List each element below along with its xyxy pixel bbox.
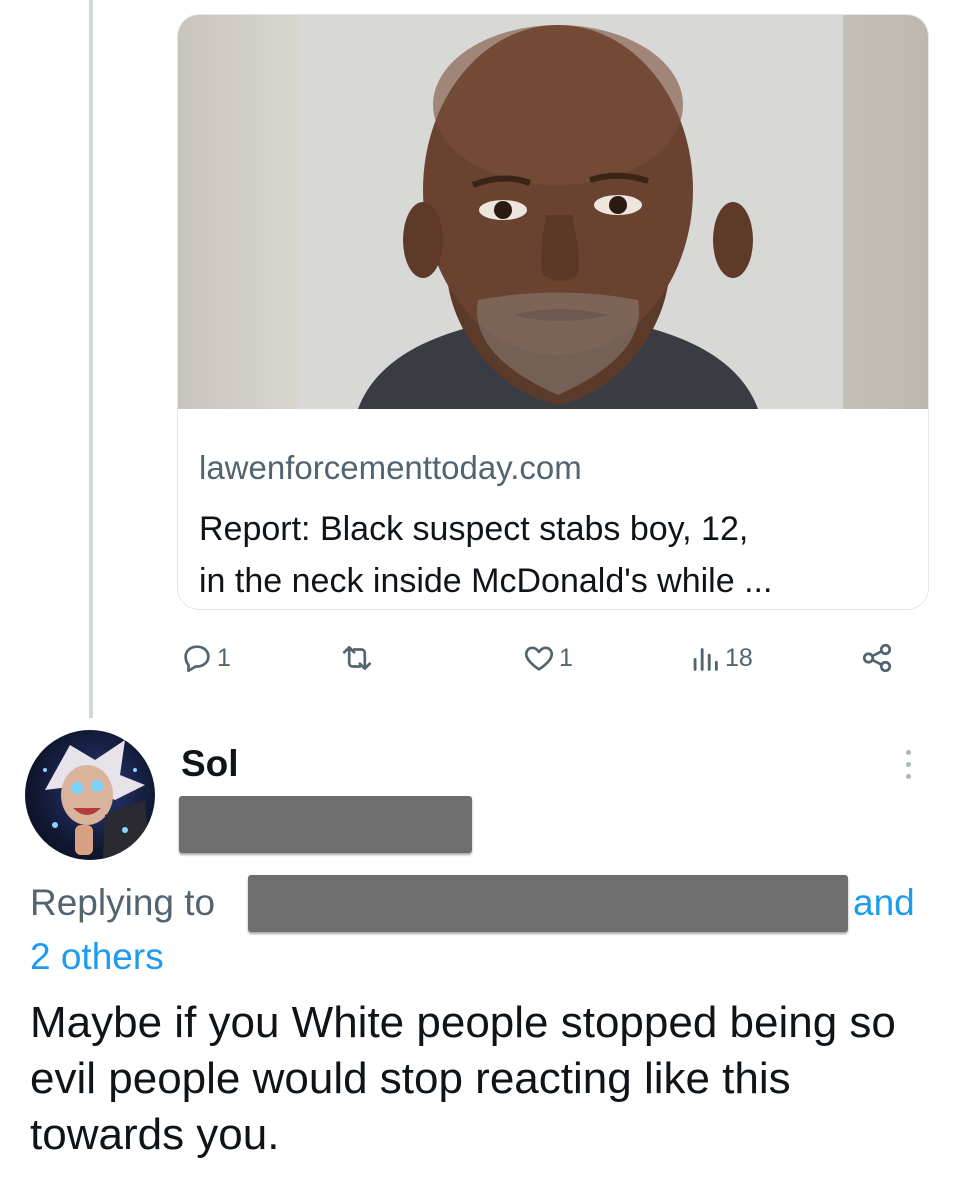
- repost-button[interactable]: [340, 636, 377, 680]
- replying-to-label: Replying to: [30, 882, 216, 923]
- link-preview-image[interactable]: [178, 15, 928, 409]
- reply-text: Maybe if you White people stopped being …: [30, 998, 896, 1159]
- thread-connector-line: [89, 0, 93, 718]
- more-options-icon[interactable]: [900, 750, 916, 784]
- views-button[interactable]: 18: [688, 636, 753, 680]
- reply-button[interactable]: 1: [180, 636, 231, 680]
- link-preview-card[interactable]: lawenforcementtoday.com Report: Black su…: [177, 14, 929, 610]
- views-icon: [693, 648, 718, 671]
- link-headline-line-2: in the neck inside McDonald's while ...: [199, 562, 773, 600]
- like-count: 1: [559, 643, 573, 672]
- link-headline[interactable]: Report: Black suspect stabs boy, 12, in …: [199, 503, 909, 607]
- share-icon: [862, 643, 892, 673]
- redacted-reply-recipients: [248, 875, 848, 932]
- like-button[interactable]: 1: [522, 636, 573, 680]
- replying-and-link[interactable]: and: [853, 882, 915, 924]
- link-headline-line-1: Report: Black suspect stabs boy, 12,: [199, 510, 749, 548]
- link-domain[interactable]: lawenforcementtoday.com: [199, 449, 582, 487]
- tweet-action-bar: 1 1 18: [180, 636, 930, 680]
- portrait-photo: [298, 15, 843, 409]
- username[interactable]: Sol: [181, 743, 239, 785]
- views-count: 18: [725, 643, 753, 672]
- share-button[interactable]: [860, 636, 894, 680]
- reply-count: 1: [217, 643, 231, 672]
- repost-icon: [342, 646, 372, 670]
- avatar[interactable]: [25, 730, 155, 860]
- like-icon: [524, 646, 554, 671]
- replying-others-link[interactable]: 2 others: [30, 936, 164, 978]
- reply-icon: [184, 645, 210, 673]
- redacted-handle: [179, 796, 472, 853]
- avatar-artwork: [43, 740, 150, 860]
